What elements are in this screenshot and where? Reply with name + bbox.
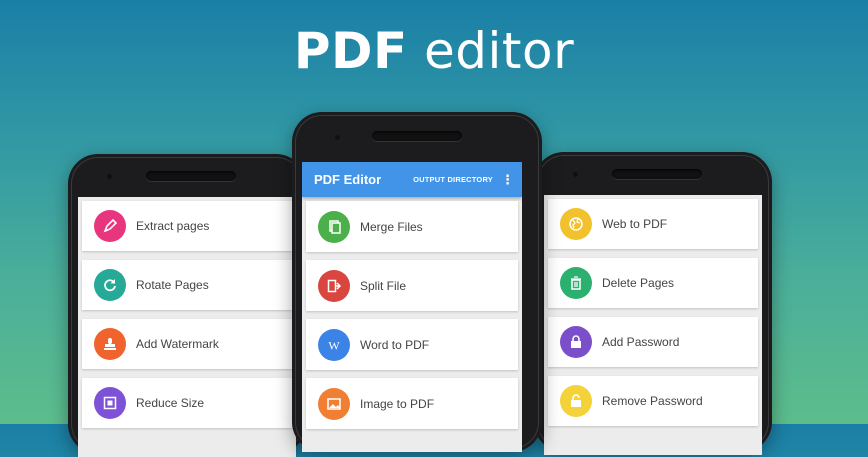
image-icon bbox=[318, 387, 350, 420]
tool-item-label: Web to PDF bbox=[602, 217, 668, 231]
rotate-icon bbox=[94, 269, 126, 301]
trash-icon bbox=[560, 267, 592, 299]
svg-text:W: W bbox=[328, 338, 340, 352]
tool-item-label: Word to PDF bbox=[360, 337, 430, 352]
app-title: PDF Editor bbox=[314, 172, 382, 187]
front-camera bbox=[106, 173, 113, 180]
split-icon bbox=[318, 269, 350, 302]
earpiece-speaker bbox=[372, 131, 462, 141]
tool-item-add-watermark[interactable]: Add Watermark bbox=[82, 319, 292, 369]
tool-item-label: Add Password bbox=[602, 335, 680, 349]
tool-item-reduce-size[interactable]: Reduce Size bbox=[82, 378, 292, 428]
tool-item-image-to-pdf[interactable]: Image to PDF bbox=[306, 378, 518, 429]
lock-icon bbox=[560, 326, 592, 358]
earpiece-speaker bbox=[146, 171, 236, 181]
tool-item-label: Image to PDF bbox=[360, 396, 435, 411]
tool-list-middle: Merge Files Split File W Word to PDF Image t… bbox=[302, 197, 522, 429]
tool-item-label: Reduce Size bbox=[136, 396, 205, 410]
headline: PDF editor bbox=[0, 22, 868, 80]
globe-icon bbox=[560, 208, 592, 240]
phone-right: Web to PDF Delete Pages Add Password Remove… bbox=[534, 152, 772, 455]
overflow-menu-icon[interactable]: ⋮ bbox=[501, 173, 514, 186]
word-icon: W bbox=[318, 328, 350, 361]
phone-left-screen: Extract pages Rotate Pages Add Watermark Re… bbox=[78, 197, 296, 457]
tool-item-remove-password[interactable]: Remove Password bbox=[548, 376, 758, 426]
headline-bold: PDF bbox=[293, 22, 408, 80]
phone-middle: PDF Editor OUTPUT DIRECTORY ⋮ Merge File… bbox=[292, 112, 542, 452]
headline-light: editor bbox=[424, 22, 575, 80]
tool-item-delete-pages[interactable]: Delete Pages bbox=[548, 258, 758, 308]
tool-list-right: Web to PDF Delete Pages Add Password Remove… bbox=[544, 195, 762, 426]
tool-item-label: Add Watermark bbox=[136, 337, 219, 351]
front-camera bbox=[572, 171, 579, 178]
tool-item-rotate-pages[interactable]: Rotate Pages bbox=[82, 260, 292, 310]
tool-list-left: Extract pages Rotate Pages Add Watermark Re… bbox=[78, 197, 296, 428]
tool-item-web-to-pdf[interactable]: Web to PDF bbox=[548, 199, 758, 249]
tool-item-label: Rotate Pages bbox=[136, 278, 209, 292]
phone-middle-screen: PDF Editor OUTPUT DIRECTORY ⋮ Merge File… bbox=[302, 162, 522, 452]
earpiece-speaker bbox=[612, 169, 702, 179]
tool-item-label: Delete Pages bbox=[602, 276, 675, 290]
pen-icon bbox=[94, 210, 126, 242]
tool-item-split-file[interactable]: Split File bbox=[306, 260, 518, 311]
compress-icon bbox=[94, 387, 126, 419]
tool-item-label: Split File bbox=[360, 278, 407, 293]
app-bar: PDF Editor OUTPUT DIRECTORY ⋮ bbox=[302, 162, 522, 197]
unlock-icon bbox=[560, 385, 592, 417]
stamp-icon bbox=[94, 328, 126, 360]
tool-item-label: Extract pages bbox=[136, 219, 210, 233]
tool-item-merge-files[interactable]: Merge Files bbox=[306, 201, 518, 252]
front-camera bbox=[334, 134, 341, 141]
tool-item-label: Remove Password bbox=[602, 394, 703, 408]
output-directory-button[interactable]: OUTPUT DIRECTORY bbox=[413, 175, 493, 184]
tool-item-word-to-pdf[interactable]: W Word to PDF bbox=[306, 319, 518, 370]
phone-left: Extract pages Rotate Pages Add Watermark Re… bbox=[68, 154, 306, 457]
tool-item-add-password[interactable]: Add Password bbox=[548, 317, 758, 367]
tool-item-label: Merge Files bbox=[360, 219, 423, 234]
tool-item-extract-pages[interactable]: Extract pages bbox=[82, 201, 292, 251]
phone-right-screen: Web to PDF Delete Pages Add Password Remove… bbox=[544, 195, 762, 455]
merge-icon bbox=[318, 210, 350, 243]
